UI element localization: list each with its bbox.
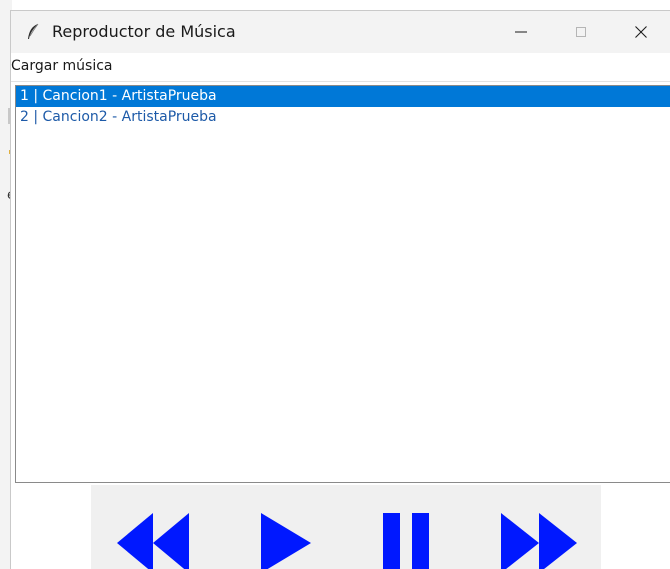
- playback-controls: [91, 485, 601, 569]
- window-title: Reproductor de Música: [52, 22, 236, 41]
- maximize-icon: [576, 27, 586, 37]
- feather-icon: [26, 23, 40, 41]
- menu-bar: Cargar música: [11, 53, 670, 82]
- playlist-listbox[interactable]: 1 | Cancion1 - ArtistaPrueba 2 | Cancion…: [15, 85, 670, 483]
- close-button[interactable]: [611, 11, 670, 53]
- controls-area: [11, 485, 670, 569]
- playlist-item[interactable]: 1 | Cancion1 - ArtistaPrueba: [16, 86, 670, 107]
- pause-icon: [383, 513, 429, 569]
- fast-forward-icon: [501, 513, 577, 569]
- play-button[interactable]: [261, 513, 311, 569]
- next-button[interactable]: [501, 513, 577, 569]
- app-window: Reproductor de Música Cargar música 1 | …: [10, 10, 670, 569]
- playlist-item[interactable]: 2 | Cancion2 - ArtistaPrueba: [16, 107, 670, 128]
- minimize-button[interactable]: [491, 11, 551, 53]
- minimize-icon: [515, 31, 527, 33]
- previous-button[interactable]: [117, 513, 189, 569]
- pause-button[interactable]: [381, 513, 431, 569]
- play-icon: [261, 513, 311, 569]
- rewind-icon: [117, 513, 189, 569]
- title-bar[interactable]: Reproductor de Música: [11, 11, 670, 53]
- close-icon: [635, 26, 647, 38]
- maximize-button[interactable]: [551, 11, 611, 53]
- menu-cargar-musica[interactable]: Cargar música: [11, 58, 113, 74]
